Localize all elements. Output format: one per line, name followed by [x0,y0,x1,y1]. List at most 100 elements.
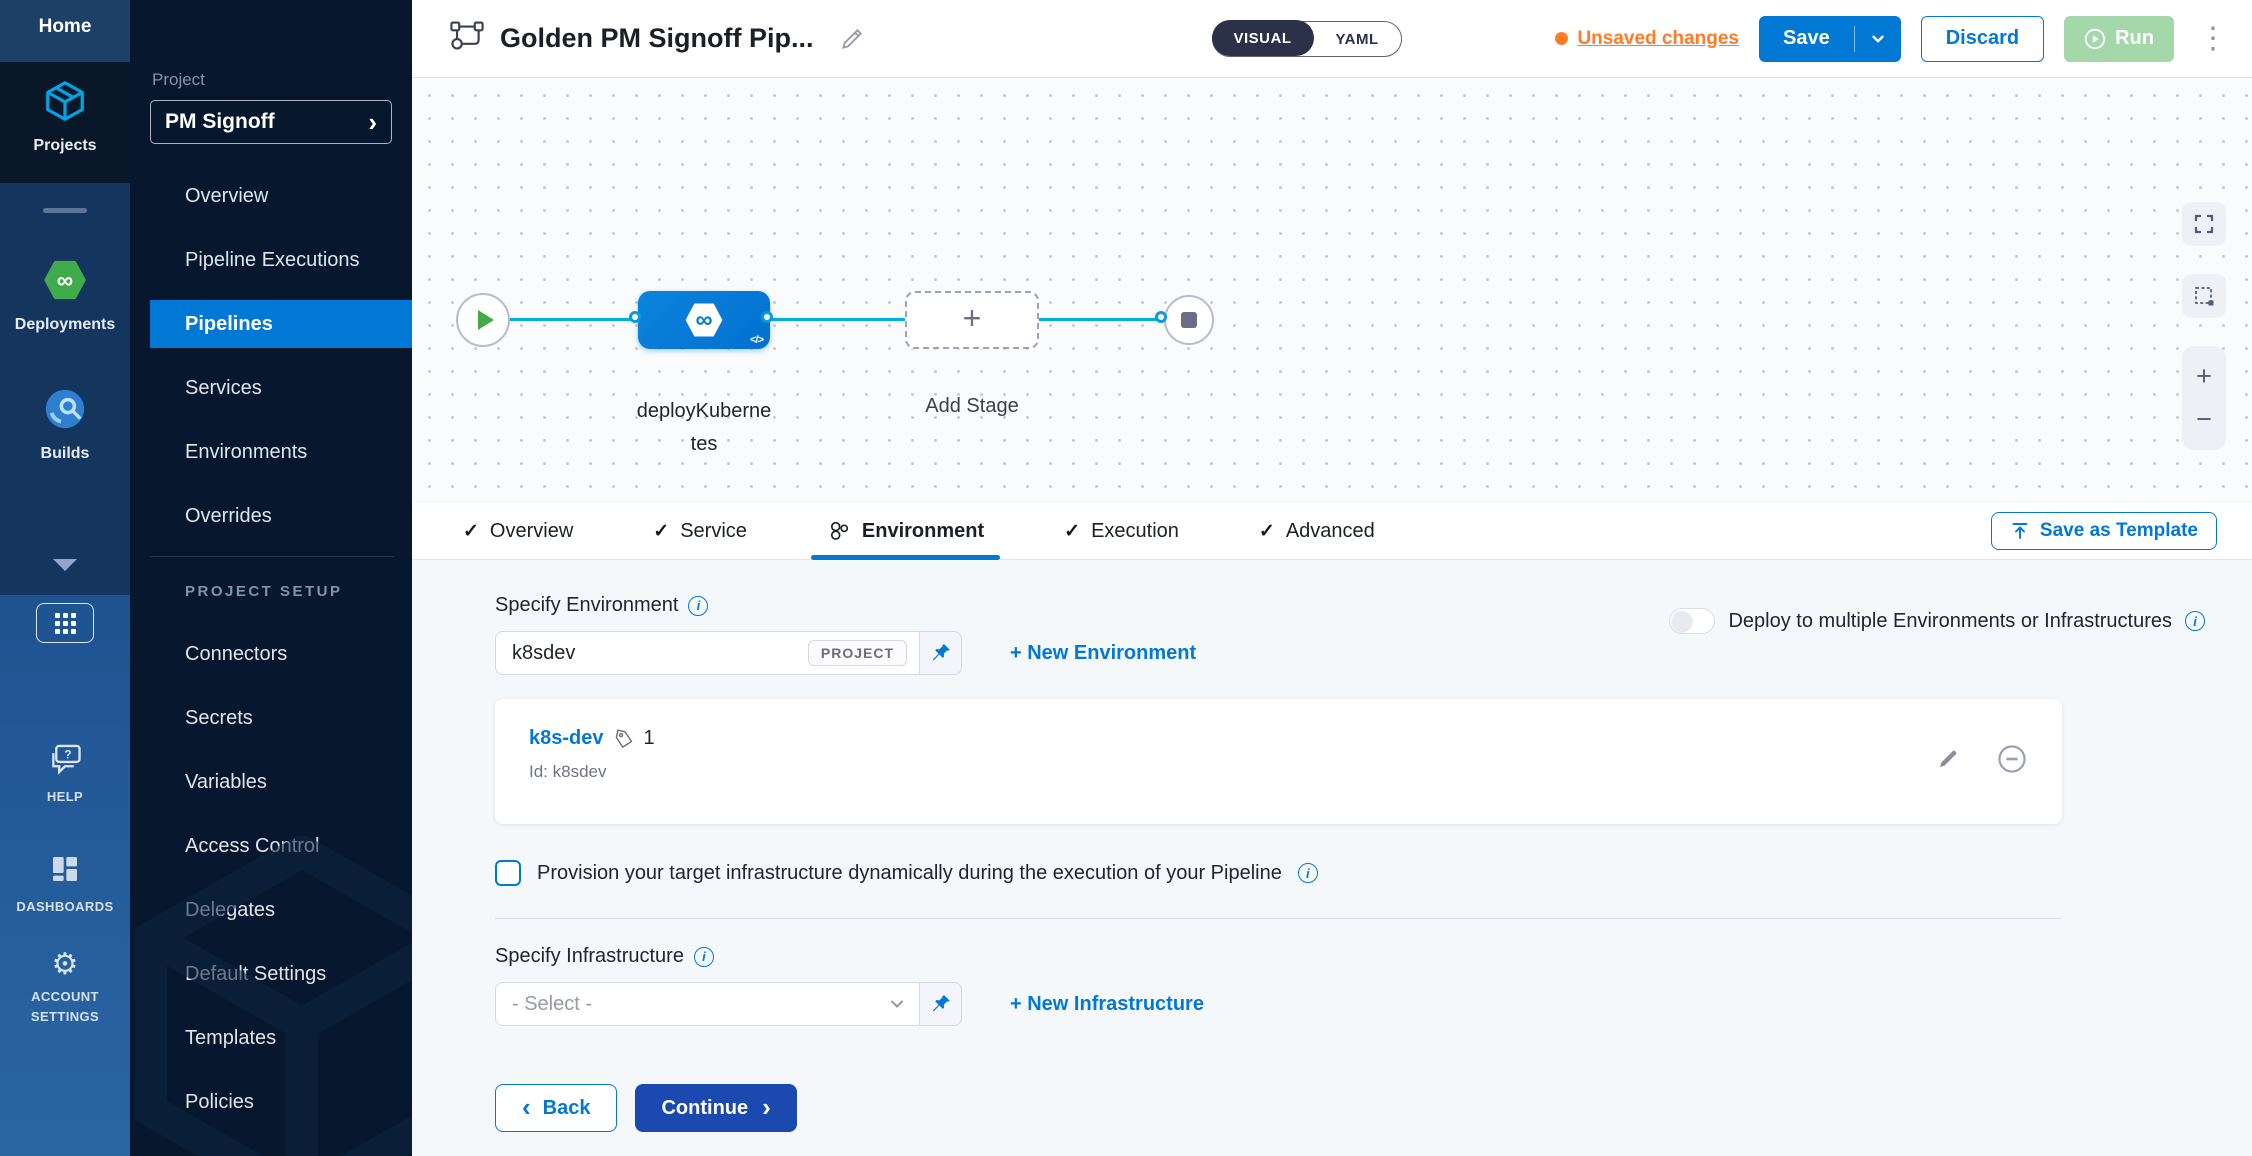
save-split-button: Save [1759,16,1901,62]
environment-tab-content: Specify Environment i Deploy to multiple… [412,560,2252,1156]
sidebar-item-pipelines[interactable]: Pipelines [150,300,412,348]
section-divider [495,918,2062,919]
sidebar-item-services[interactable]: Services [130,364,412,412]
tab-environment[interactable]: Environment [827,503,984,560]
sidebar-item-variables[interactable]: Variables [130,758,412,806]
sidebar-item-pipeline-executions[interactable]: Pipeline Executions [130,236,412,284]
edit-environment-pencil-icon[interactable] [1936,747,1960,777]
new-infrastructure-link[interactable]: + New Infrastructure [1010,993,1204,1016]
chevron-left-icon: ‹ [522,1094,531,1120]
connector-dot[interactable] [629,311,641,323]
info-icon[interactable]: i [1298,863,1318,883]
tag-count: 1 [644,727,655,750]
sidebar-item-connectors[interactable]: Connectors [130,630,412,678]
pipeline-header: Golden PM Signoff Pip... VISUAL YAML Uns… [412,0,2252,78]
header-actions: Unsaved changes Save Discard Run ⋮ [1555,16,2232,62]
zoom-in-button[interactable]: + [2196,363,2212,390]
nav-dashboards[interactable]: DASHBOARDS [16,853,113,917]
grid-icon [55,613,76,634]
zoom-controls: + − [2182,346,2226,450]
help-chat-icon: ? [47,743,83,780]
marquee-select-icon [2192,284,2216,308]
environment-id: Id: k8sdev [529,762,655,782]
zoom-out-button[interactable]: − [2196,406,2212,433]
toggle-visual[interactable]: VISUAL [1212,20,1314,56]
run-button[interactable]: Run [2064,16,2174,62]
sidebar-divider [150,556,394,557]
info-icon[interactable]: i [688,596,708,616]
sidebar-item-secrets[interactable]: Secrets [130,694,412,742]
module-grid-button[interactable] [36,603,94,643]
continue-button[interactable]: Continue › [635,1084,796,1132]
pin-icon [930,993,952,1015]
stage-name-label: deployKubernetes [634,395,774,461]
sidebar-watermark-hexagon [130,836,412,1156]
fullscreen-button[interactable] [2182,202,2226,246]
multi-env-toggle-label: Deploy to multiple Environments or Infra… [1728,610,2172,633]
sidebar-item-environments[interactable]: Environments [130,428,412,476]
connector-dot[interactable] [1155,311,1167,323]
fullscreen-icon [2192,212,2216,236]
tab-overview[interactable]: ✓ Overview [463,503,573,560]
discard-button[interactable]: Discard [1921,16,2044,62]
toggle-yaml[interactable]: YAML [1314,31,1401,48]
remove-environment-icon[interactable] [1996,743,2028,781]
svg-text:?: ? [64,748,71,761]
environment-select-field[interactable]: k8sdev PROJECT [495,631,920,675]
environment-name-link[interactable]: k8s-dev [529,727,604,750]
nav-projects[interactable]: Projects [0,62,130,183]
unsaved-dot-icon [1555,32,1568,45]
help-label: HELP [47,787,83,807]
kebab-menu-icon[interactable]: ⋮ [2194,24,2232,54]
deployments-label: Deployments [15,316,115,334]
environment-card-actions [1936,727,2028,796]
pin-environment-button[interactable] [920,631,962,675]
pipeline-icon [450,21,484,56]
edit-title-pencil-icon[interactable] [839,26,865,52]
projects-cube-icon [42,78,88,129]
back-button[interactable]: ‹ Back [495,1084,617,1132]
info-icon[interactable]: i [694,947,714,967]
nav-account-settings[interactable]: ⚙ ACCOUNT SETTINGS [31,950,99,1026]
rail-collapse-chevron-icon[interactable] [53,559,77,571]
end-node[interactable] [1164,295,1214,345]
provision-checkbox[interactable] [495,860,521,886]
check-icon: ✓ [463,520,479,543]
add-stage-node[interactable]: + [905,291,1039,349]
deployments-cd-icon: ∞ [42,257,88,308]
stage-code-icon: </> [750,334,763,346]
pipeline-canvas[interactable]: ∞ </> + deployKubernetes Add Stage + [412,78,2252,503]
infrastructure-select-field[interactable]: - Select - [495,982,920,1026]
stage-tabbar: ✓ Overview ✓ Service Environment ✓ Execu… [412,503,2252,560]
unsaved-changes[interactable]: Unsaved changes [1555,28,1739,50]
tab-service[interactable]: ✓ Service [653,503,747,560]
save-dropdown-chevron-icon[interactable] [1855,30,1901,48]
pin-infrastructure-button[interactable] [920,982,962,1026]
multi-select-button[interactable] [2182,274,2226,318]
nav-builds[interactable]: Builds [41,386,90,463]
save-button[interactable]: Save [1759,27,1854,50]
multi-env-toggle[interactable] [1669,608,1715,634]
plus-icon: + [963,302,982,334]
sidebar-item-overview[interactable]: Overview [130,172,412,220]
pin-icon [930,642,952,664]
new-environment-link[interactable]: + New Environment [1010,642,1196,665]
pipeline-title: Golden PM Signoff Pip... [500,23,813,54]
rail-bottom-section: ? HELP DASHBOARDS ⚙ ACCOUNT SETTINGS [0,595,130,1156]
check-icon: ✓ [1259,520,1275,543]
save-as-template-button[interactable]: Save as Template [1991,512,2217,550]
tab-execution[interactable]: ✓ Execution [1064,503,1179,560]
nav-help[interactable]: ? HELP [47,743,83,807]
svg-text:∞: ∞ [57,267,73,293]
nav-home[interactable]: Home [0,0,130,62]
sidebar-item-overrides[interactable]: Overrides [130,492,412,540]
visual-yaml-toggle[interactable]: VISUAL YAML [1212,21,1402,57]
project-selector[interactable]: PM Signoff › [150,100,392,144]
nav-deployments[interactable]: ∞ Deployments [15,257,115,334]
start-node[interactable] [456,293,510,347]
connector-dot[interactable] [761,311,773,323]
builds-ci-icon [42,386,88,437]
stage-node-deploykubernetes[interactable]: ∞ </> [638,291,770,349]
tab-advanced[interactable]: ✓ Advanced [1259,503,1375,560]
info-icon[interactable]: i [2185,611,2205,631]
